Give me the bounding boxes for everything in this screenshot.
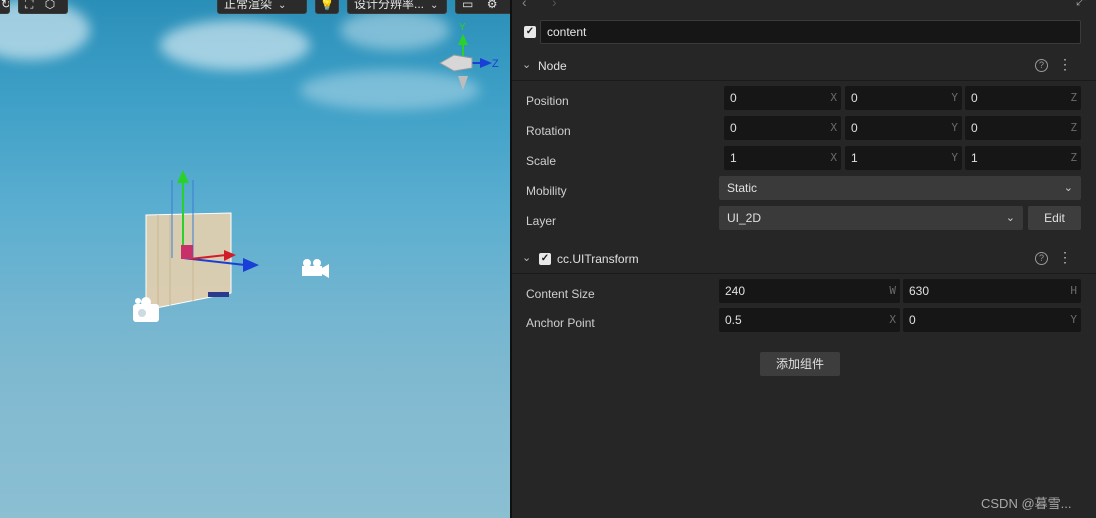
uitransform-section-title: cc.UITransform — [557, 252, 639, 266]
anchor-point-row: Anchor Point 0.5 X 0Y — [512, 308, 1096, 338]
chevron-down-icon[interactable]: ⌄ — [522, 58, 531, 71]
content-size-label: Content Size — [526, 287, 595, 301]
gizmo-cone[interactable] — [438, 54, 473, 72]
scale-row: Scale 1X 1Y 1Z — [512, 146, 1096, 176]
node-label-strip — [208, 292, 229, 297]
scene-view[interactable]: ↻ ⛶ ⬡ 正常渲染⌄ 💡 设计分辨率...⌄ ▭ ⚙ Y Z — [0, 0, 510, 518]
gizmo-y-label: Y — [459, 22, 466, 33]
node-active-checkbox[interactable]: ✓ — [524, 26, 536, 38]
video-camera-icon[interactable] — [302, 259, 329, 278]
scene-canvas[interactable]: Y Z — [0, 0, 510, 518]
move-y-handle[interactable] — [177, 170, 189, 183]
anchor-point-label: Anchor Point — [526, 316, 595, 330]
content-width-field[interactable]: 240 W — [719, 279, 900, 303]
layer-row: Layer UI_2D ⌄ Edit — [512, 206, 1096, 236]
layer-edit-button[interactable]: Edit — [1028, 206, 1081, 230]
position-x-field[interactable]: 0X — [724, 86, 841, 110]
position-z-field[interactable]: 0Z — [965, 86, 1081, 110]
orientation-gizmo[interactable] — [438, 34, 492, 90]
anchor-x-field[interactable]: 0.5 X — [719, 308, 900, 332]
anchor-y-field[interactable]: 0Y — [903, 308, 1081, 332]
rotation-label: Rotation — [526, 124, 571, 138]
gizmo-z-label: Z — [492, 58, 499, 70]
uitransform-section-header[interactable]: ⌄ ✓ cc.UITransform ? ⋮ — [512, 244, 1096, 274]
rotation-z-field[interactable]: 0Z — [965, 116, 1081, 140]
help-icon[interactable]: ? — [1035, 252, 1048, 265]
back-arrow-icon[interactable]: ‹ — [522, 0, 527, 10]
node-section-header[interactable]: ⌄ Node ? ⋮ — [512, 51, 1096, 81]
move-plane-handle[interactable] — [181, 245, 193, 259]
mobility-select[interactable]: Static ⌄ — [719, 176, 1081, 200]
layer-label: Layer — [526, 214, 557, 228]
position-label: Position — [526, 94, 569, 108]
more-options-icon[interactable]: ⋮ — [1058, 57, 1072, 71]
rotation-row: Rotation 0X 0Y 0Z — [512, 116, 1096, 146]
more-options-icon[interactable]: ⋮ — [1058, 250, 1072, 264]
gizmo-z-arrow[interactable] — [480, 58, 492, 68]
pin-icon[interactable]: ⤢ — [1076, 0, 1086, 9]
move-z-handle[interactable] — [243, 258, 259, 272]
node-section-title: Node — [538, 59, 567, 73]
chevron-down-icon: ⌄ — [1063, 182, 1073, 194]
forward-arrow-icon[interactable]: › — [552, 0, 557, 10]
scale-label: Scale — [526, 154, 557, 168]
mobility-label: Mobility — [526, 184, 567, 198]
add-component-button[interactable]: 添加组件 — [760, 352, 840, 376]
chevron-down-icon: ⌄ — [1005, 212, 1015, 224]
watermark: CSDN @暮雪... — [981, 496, 1072, 511]
position-y-field[interactable]: 0Y — [845, 86, 962, 110]
scale-x-field[interactable]: 1X — [724, 146, 841, 170]
position-row: Position 0X 0Y 0Z — [512, 86, 1096, 116]
scale-z-field[interactable]: 1Z — [965, 146, 1081, 170]
gizmo-y-arrow[interactable] — [458, 34, 468, 45]
content-height-field[interactable]: 630 H — [903, 279, 1081, 303]
layer-select[interactable]: UI_2D ⌄ — [719, 206, 1023, 230]
node-name-input[interactable]: content — [540, 20, 1081, 44]
uitransform-enabled-checkbox[interactable]: ✓ — [539, 253, 551, 265]
gizmo-neg-y-arrow[interactable] — [458, 76, 468, 90]
rotation-y-field[interactable]: 0Y — [845, 116, 962, 140]
help-icon[interactable]: ? — [1035, 59, 1048, 72]
mobility-row: Mobility Static ⌄ — [512, 176, 1096, 206]
content-size-row: Content Size 240 W 630 H — [512, 279, 1096, 309]
rotation-x-field[interactable]: 0X — [724, 116, 841, 140]
chevron-down-icon[interactable]: ⌄ — [522, 251, 531, 264]
inspector-panel: ‹ › ⤢ ✓ content ⌄ Node ? ⋮ Position 0X 0… — [512, 0, 1096, 518]
scale-y-field[interactable]: 1Y — [845, 146, 962, 170]
